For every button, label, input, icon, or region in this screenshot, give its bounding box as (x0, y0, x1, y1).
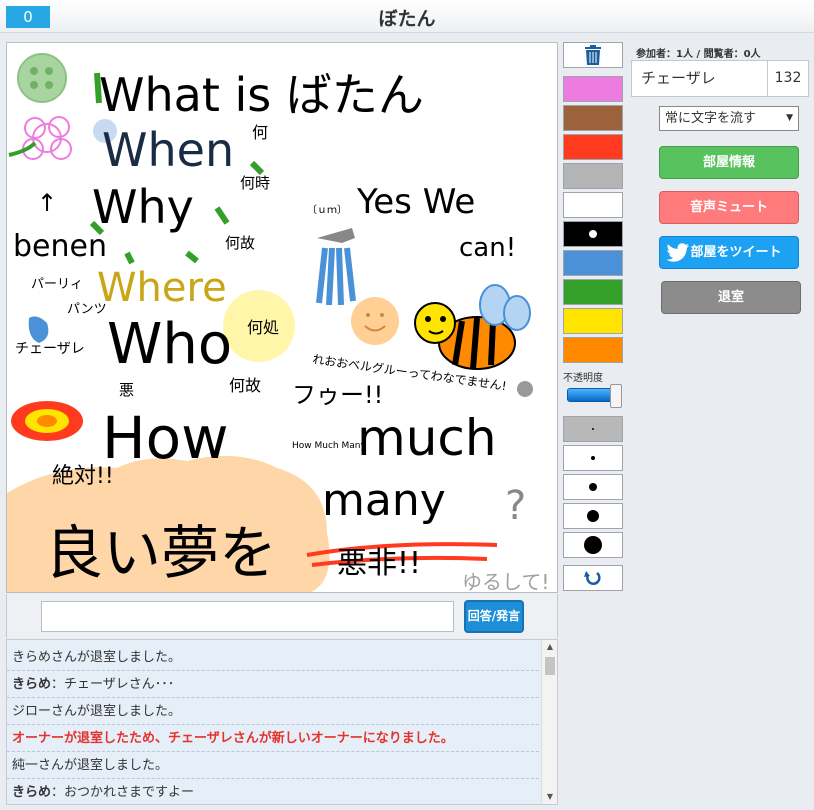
bee-drawing (414, 284, 531, 370)
trash-icon (585, 45, 601, 65)
canvas-text-uhm: 〔ｕｍ〕 (307, 204, 347, 216)
scroll-up-icon[interactable]: ▲ (542, 640, 557, 654)
chat-row: きらめ：おつかれさまですよー (7, 779, 539, 804)
clear-canvas-button[interactable] (563, 42, 623, 68)
sun-face (351, 297, 399, 345)
exit-room-button[interactable]: 退室 (661, 281, 801, 314)
brush-size-4[interactable] (563, 503, 623, 529)
canvas-drawing: What is ばたん When Why Where Who How much … (7, 53, 549, 593)
scroll-thumb[interactable] (545, 657, 555, 675)
color-swatch-white[interactable] (563, 192, 623, 218)
canvas-text-why: Why (92, 180, 194, 234)
brush-size-3[interactable] (563, 474, 623, 500)
opacity-slider-handle[interactable] (610, 384, 622, 408)
player-card: チェーザレ 132 (631, 60, 809, 97)
canvas-text-question: ? (505, 483, 526, 529)
room-stats: 参加者：1人 / 閲覧者：0人 (636, 49, 761, 60)
canvas-text-nani: 何 (252, 123, 268, 142)
opacity-label: 不透明度 (563, 373, 603, 384)
chevron-down-icon: ▼ (786, 113, 793, 123)
color-swatch-black[interactable] (563, 221, 623, 247)
canvas-text-hira: パーリィ (31, 277, 83, 292)
header-bar: 0 ぼたん (0, 0, 814, 33)
color-swatch-brown[interactable] (563, 105, 623, 131)
drawing-canvas[interactable]: What is ばたん When Why Where Who How much … (6, 42, 558, 593)
canvas-text-zettai: 絶対!! (52, 464, 114, 489)
player-score: 132 (767, 61, 808, 96)
chat-scrollbar[interactable]: ▲ ▼ (541, 640, 557, 804)
canvas-text-much: much (357, 409, 497, 467)
canvas-text-can: can! (459, 233, 516, 263)
selected-indicator-icon (589, 230, 597, 238)
scroll-down-icon[interactable]: ▼ (542, 790, 557, 804)
canvas-text-how-much-many: How Much Many (292, 441, 366, 451)
canvas-text-naze3: 何故 (229, 376, 261, 395)
color-swatch-green[interactable] (563, 279, 623, 305)
canvas-text-hoshii: パンツ (67, 302, 107, 317)
brush-dot-icon (591, 456, 595, 460)
chat-row: きらめ：チェーザレさん･･･ (7, 671, 539, 698)
canvas-text-bad: 悪 (119, 381, 134, 399)
tweet-room-button[interactable]: 部屋をツイート (659, 236, 799, 269)
canvas-text-yurushite: ゆるして! (462, 570, 549, 593)
brush-size-5[interactable] (563, 532, 623, 558)
canvas-text-doko: 何処 (247, 318, 279, 337)
chat-log[interactable]: きらめさんが退室しました。 きらめ：チェーザレさん･･･ ジローさんが退室しまし… (6, 639, 558, 805)
room-info-button[interactable]: 部屋情報 (659, 146, 799, 179)
chat-row: 純一さんが退室しました。 (7, 752, 539, 779)
canvas-text-when: When (102, 123, 234, 177)
button-drawing (17, 53, 67, 103)
text-flow-select-value: 常に文字を流す (665, 111, 757, 126)
shower-drawing (316, 228, 356, 306)
opacity-slider[interactable] (567, 384, 625, 408)
brush-dot-icon (587, 510, 599, 522)
canvas-text-fu: フゥー!! (292, 381, 383, 409)
brush-size-2[interactable] (563, 445, 623, 471)
undo-button[interactable] (563, 565, 623, 591)
color-swatch-blue[interactable] (563, 250, 623, 276)
brush-size-1[interactable] (563, 416, 623, 442)
text-flow-select[interactable]: 常に文字を流す ▼ (659, 106, 799, 131)
canvas-text-benen: benen (13, 229, 107, 264)
fire-drawing (11, 401, 83, 441)
brush-dot-icon (592, 428, 594, 430)
color-swatch-pink[interactable] (563, 76, 623, 102)
room-title: ぼたん (378, 8, 436, 30)
color-swatch-yellow[interactable] (563, 308, 623, 334)
canvas-text-many: many (322, 475, 446, 526)
canvas-text-chuuzare: チェーザレ (15, 341, 85, 357)
canvas-text-how: How (102, 404, 229, 472)
answer-submit-button[interactable]: 回答/発言 (464, 600, 524, 633)
canvas-text-yoiyume: 良い夢を (45, 519, 277, 587)
answer-input[interactable] (41, 601, 454, 632)
brush-dot-icon (584, 536, 602, 554)
undo-icon (584, 571, 601, 585)
answer-bar: 回答/発言 (6, 594, 558, 638)
canvas-text-naze1: 何故 (225, 234, 255, 252)
twitter-bird-icon (666, 243, 689, 262)
canvas-text-nanji: 何時 (240, 174, 270, 192)
chat-row-alert: オーナーが退室したため、チェーザレさんが新しいオーナーになりました。 (7, 725, 539, 752)
canvas-text-who: Who (107, 312, 232, 377)
player-name: チェーザレ (641, 69, 716, 87)
canvas-text-arrow: ↑ (37, 189, 57, 217)
flower-drawing (22, 116, 72, 160)
brush-dot-icon (589, 483, 597, 491)
color-swatch-orange[interactable] (563, 337, 623, 363)
color-swatch-gray[interactable] (563, 163, 623, 189)
chat-row: ジローさんが退室しました。 (7, 698, 539, 725)
color-swatch-red[interactable] (563, 134, 623, 160)
canvas-text-ashi: 悪非!! (337, 546, 421, 581)
canvas-text-where: Where (97, 265, 227, 311)
chat-row: きらめさんが退室しました。 (7, 644, 539, 671)
tweet-room-label: 部屋をツイート (690, 245, 782, 260)
canvas-text-yes-we: Yes We (356, 182, 475, 222)
mute-button[interactable]: 音声ミュート (659, 191, 799, 224)
canvas-text-what: What is ばたん (99, 68, 424, 122)
